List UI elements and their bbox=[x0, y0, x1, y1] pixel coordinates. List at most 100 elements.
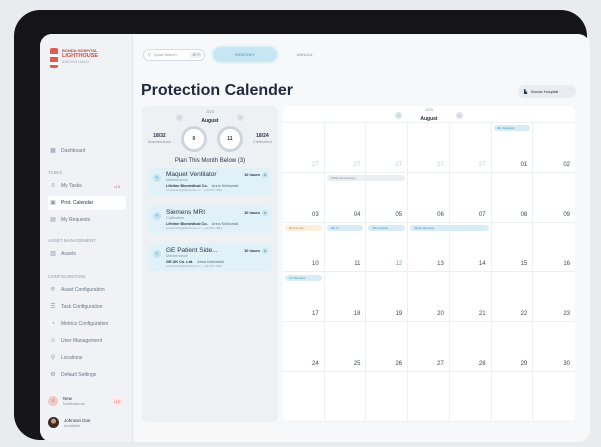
calendar-event[interactable]: Afford Ente... bbox=[368, 224, 406, 231]
calendar-day-cell[interactable]: 06 bbox=[408, 172, 450, 223]
calendar-event[interactable]: GE Endoscope bbox=[410, 224, 489, 231]
sidebar-item-prot-calendar[interactable]: ▣ Prot. Calendar bbox=[48, 196, 126, 210]
sidebar-item-default-settings[interactable]: ⚙ Default Settings bbox=[48, 368, 126, 382]
calendar-day-cell[interactable]: 24 bbox=[283, 322, 325, 373]
calendar-day-cell[interactable]: 27 bbox=[366, 123, 409, 173]
calendar-day-cell[interactable]: 16 bbox=[533, 223, 575, 273]
sidebar-item-label: My Tasks bbox=[61, 183, 82, 189]
sidebar-item-label: Metrics Configuration bbox=[61, 321, 109, 327]
chevron-right-icon[interactable]: › bbox=[236, 113, 244, 121]
nav-asset-management: ASSET MANAGEMENT ▥ Assets bbox=[48, 238, 126, 264]
calendar-day-cell[interactable]: 08 bbox=[491, 172, 534, 223]
calendar-day-number: 20 bbox=[437, 311, 444, 318]
calendar-icon: ▣ bbox=[50, 200, 56, 206]
sidebar-item-my-tasks[interactable]: ≡ My Tasks •13 bbox=[48, 179, 126, 193]
calendar-day-cell[interactable]: 29 bbox=[491, 322, 534, 373]
plan-panel: ‹ 2023 August › 18/32 Maintenance 0 11 1… bbox=[142, 106, 278, 422]
calendar-day-cell[interactable]: 27 bbox=[408, 123, 450, 173]
pin-icon: ⚲ bbox=[50, 355, 56, 361]
calendar-day-number: 06 bbox=[437, 211, 444, 218]
sidebar-item-assets[interactable]: ▥ Assets bbox=[48, 247, 126, 261]
calendar-day-number: 26 bbox=[395, 361, 403, 368]
close-icon[interactable]: × bbox=[262, 172, 268, 178]
calendar-day-cell[interactable]: 03 bbox=[283, 172, 325, 223]
chevron-left-icon[interactable]: ‹ bbox=[395, 111, 403, 119]
calendar-day-number: 18 bbox=[353, 311, 361, 318]
calendar-day-cell[interactable]: 27 bbox=[283, 123, 325, 173]
app-screen: BONDA HOSPITAL LIGHTHOUSE ENOVIA HALO ▦ … bbox=[40, 34, 590, 442]
sidebar-item-asset-configuration[interactable]: ⚟ Asset Configuration bbox=[48, 283, 126, 297]
calendar-day-number: 21 bbox=[478, 311, 486, 318]
calendar-day-cell bbox=[533, 372, 575, 422]
close-icon[interactable]: × bbox=[262, 248, 268, 254]
calendar-month-nav: ‹ 2023 August › bbox=[283, 108, 575, 122]
chevron-right-icon[interactable]: › bbox=[455, 111, 463, 119]
calendar-day-cell[interactable]: 21 bbox=[449, 272, 492, 323]
panel-year: 2023 bbox=[206, 110, 214, 114]
card-hours: 10 hours bbox=[244, 249, 260, 253]
calendar-day-cell[interactable]: 19 bbox=[366, 272, 409, 323]
calendar-day-cell[interactable]: 27 bbox=[324, 123, 367, 173]
calendar-day-number: 27 bbox=[478, 161, 486, 168]
calendar-day-cell[interactable]: 23 bbox=[533, 272, 575, 323]
chevron-left-icon[interactable]: ‹ bbox=[176, 113, 184, 121]
search-input[interactable]: ⚲ Quick Search ⌘+F bbox=[143, 48, 205, 61]
calendar-day-cell[interactable]: 07 bbox=[449, 172, 492, 223]
notifications-button[interactable]: ♪ New Notifications •12 bbox=[48, 391, 123, 411]
calibration-stat: 18/24 Calibration bbox=[252, 134, 272, 145]
calibration-label: Calibration bbox=[252, 139, 272, 144]
sliders-icon: ⚟ bbox=[50, 287, 56, 293]
sidebar-item-my-requests[interactable]: ▤ My Requests bbox=[48, 213, 126, 227]
card-phone: +44 557 7893 bbox=[203, 264, 222, 268]
calendar-day-number: 10 bbox=[312, 261, 319, 268]
calendar-day-cell[interactable]: 15 bbox=[491, 222, 534, 273]
plan-card[interactable]: ✎ Siemens MRI Calibration Lifeline Biome… bbox=[148, 206, 272, 233]
calendar-event[interactable]: CT Siemens bbox=[285, 274, 322, 281]
sidebar-item-user-management[interactable]: ☺ User Management bbox=[48, 334, 126, 348]
hospital-selector[interactable]: ▙ Bonda Hospital bbox=[518, 85, 576, 98]
calendar-day-cell[interactable]: 09 bbox=[533, 173, 575, 223]
app-logo[interactable]: BONDA HOSPITAL LIGHTHOUSE ENOVIA HALO bbox=[50, 48, 98, 68]
calendar-day-cell[interactable]: 27 bbox=[408, 322, 450, 373]
sidebar-item-task-configuration[interactable]: ☰ Task Configuration bbox=[48, 300, 126, 314]
tab-monthly[interactable]: MONTHLY bbox=[213, 47, 277, 62]
calendar-day-cell[interactable]: 18 bbox=[324, 272, 367, 323]
sidebar-item-metrics-configuration[interactable]: ◔ Metrics Configuration bbox=[48, 317, 126, 331]
calendar-day-number: 05 bbox=[395, 211, 403, 218]
plan-card[interactable]: ✎ Maquet Ventilator Maintenance Lifeline… bbox=[148, 168, 272, 195]
calendar-day-number: 11 bbox=[354, 261, 361, 268]
nav-main: ▦ Dashboard bbox=[48, 144, 126, 161]
calendar-day-cell bbox=[283, 372, 325, 422]
calendar-day-number: 24 bbox=[312, 361, 319, 368]
tab-annual[interactable]: ANNUAL bbox=[285, 47, 325, 62]
sidebar-item-label: Dashboard bbox=[61, 148, 86, 154]
calibration-ring: 11 bbox=[216, 126, 243, 152]
calendar-day-cell[interactable]: 02 bbox=[533, 123, 575, 173]
search-shortcut: ⌘+F bbox=[190, 51, 202, 58]
sidebar-item-label: Locations bbox=[61, 355, 83, 361]
calendar-event[interactable]: Drums Ven... bbox=[285, 224, 322, 231]
calendar-event[interactable]: Bc Ventilator bbox=[493, 125, 531, 131]
sidebar-item-dashboard[interactable]: ▦ Dashboard bbox=[48, 144, 126, 158]
calendar-day-cell[interactable]: 26 bbox=[366, 322, 409, 373]
calendar-day-cell[interactable]: 30 bbox=[533, 322, 575, 373]
user-profile[interactable]: Johnson Doe Available bbox=[48, 417, 123, 428]
notifications-sub: Notifications bbox=[63, 401, 85, 406]
card-email: a.kieliowski@lifelinebio.co bbox=[166, 226, 201, 230]
document-icon: ▤ bbox=[50, 217, 56, 223]
calendar-day-cell[interactable]: 20 bbox=[408, 272, 450, 323]
month-calendar: ‹ 2023 August › 27 27 27 27 27 01 02 03 04 05 06 07… bbox=[283, 106, 575, 422]
calendar-day-cell[interactable]: 28 bbox=[449, 322, 492, 373]
calendar-day-cell[interactable]: 27 bbox=[449, 123, 492, 173]
chart-icon: ◔ bbox=[51, 321, 55, 327]
close-icon[interactable]: × bbox=[262, 210, 268, 216]
calendar-event[interactable]: GE U... bbox=[326, 224, 364, 231]
calendar-day-cell[interactable]: 25 bbox=[324, 322, 367, 373]
calendar-day-number: 13 bbox=[437, 261, 444, 268]
plan-card[interactable]: ✎ GE Patient Side... Maintenance GE UK C… bbox=[148, 244, 272, 271]
calendar-day-cell[interactable]: 22 bbox=[491, 272, 534, 323]
calendar-day-cell bbox=[449, 372, 492, 422]
calendar-event[interactable]: Philips Endoscope bbox=[326, 174, 406, 181]
sidebar-item-locations[interactable]: ⚲ Locations bbox=[48, 351, 126, 365]
card-type: Maintenance bbox=[166, 178, 188, 182]
